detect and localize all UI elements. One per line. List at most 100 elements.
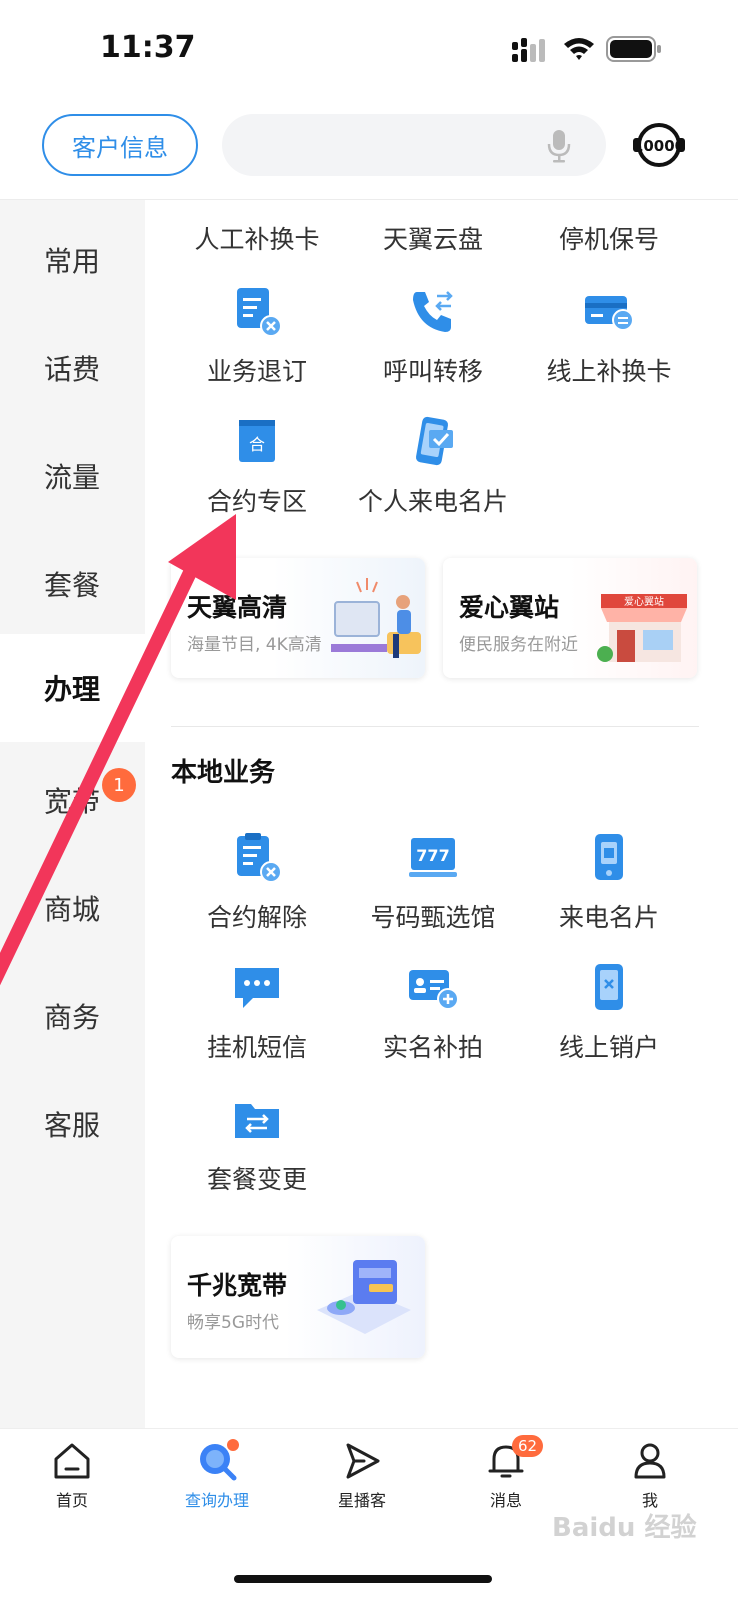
document-cancel-icon <box>237 288 282 337</box>
phone-check-icon <box>415 416 453 466</box>
service-contract-zone[interactable]: 合 合约专区 <box>169 416 345 518</box>
service-online-sim-replace[interactable]: 线上补换卡 <box>521 286 697 388</box>
nav-query-handle[interactable]: 查询办理 <box>157 1439 277 1511</box>
promo-title: 千兆宽带 <box>187 1271 288 1300</box>
promo-subtitle: 畅享5G时代 <box>187 1313 279 1333</box>
tv-viewer-illustration <box>331 578 421 658</box>
folder-swap-icon <box>235 1104 279 1138</box>
section-divider <box>171 726 699 727</box>
service-manual-sim-replace[interactable]: 人工补换卡 <box>169 220 345 256</box>
service-realname-photo[interactable]: 实名补拍 <box>345 962 521 1064</box>
service-label: 来电名片 <box>558 903 659 932</box>
sidebar-badge: 1 <box>102 768 136 802</box>
sidebar-item-label: 话费 <box>44 353 101 386</box>
service-cloud-drive[interactable]: 天翼云盘 <box>345 220 521 256</box>
storefront-illustration: 爱心翼站 <box>597 594 687 662</box>
cellular-signal-icon <box>512 38 545 62</box>
promo-title: 天翼高清 <box>187 593 288 622</box>
service-number-selection[interactable]: 777 号码甄选馆 <box>345 832 521 934</box>
10000-hotline-icon[interactable]: 10000 <box>632 118 686 172</box>
status-time: 11:37 <box>100 30 196 65</box>
call-forward-icon <box>413 291 453 332</box>
service-package-change[interactable]: 套餐变更 <box>169 1094 345 1196</box>
service-content: 人工补换卡 天翼云盘 停机保号 业务退订 呼叫转移 线上补换卡 合 合约专区 个… <box>145 200 738 1428</box>
bottom-navigation: 首页 查询办理 星播客 62 消息 我 Baidu 经验 <box>0 1428 738 1600</box>
service-suspend-keep-number[interactable]: 停机保号 <box>521 220 697 256</box>
service-label: 呼叫转移 <box>382 357 483 386</box>
search-input[interactable] <box>222 114 606 176</box>
id-card-add-icon <box>409 970 459 1010</box>
svg-text:777: 777 <box>416 846 449 865</box>
service-label: 人工补换卡 <box>194 225 320 254</box>
contract-book-icon: 合 <box>239 420 275 462</box>
home-icon <box>54 1443 90 1479</box>
nav-message-badge: 62 <box>512 1435 544 1457</box>
wifi-icon <box>564 38 594 60</box>
nav-star-podcast[interactable]: 星播客 <box>302 1439 422 1511</box>
sidebar-item-common[interactable]: 常用 <box>0 206 145 314</box>
battery-icon <box>606 36 661 62</box>
promo-card-tianyi-hd[interactable]: 天翼高清 海量节目, 4K高清 <box>171 558 425 678</box>
service-caller-card[interactable]: 来电名片 <box>521 832 697 934</box>
category-sidebar: 常用 话费 流量 套餐 办理 宽带 1 商城 商务 客服 <box>0 200 145 1428</box>
promo-subtitle: 海量节目, 4K高清 <box>187 635 322 655</box>
sidebar-item-label: 商务 <box>44 1001 101 1034</box>
profile-icon <box>634 1443 666 1479</box>
sidebar-item-broadband[interactable]: 宽带 1 <box>0 746 145 854</box>
sidebar-item-label: 商城 <box>44 893 101 926</box>
promo-card-love-station[interactable]: 爱心翼站 便民服务在附近 爱心翼站 <box>443 558 697 678</box>
service-label: 挂机短信 <box>206 1033 307 1062</box>
service-unsubscribe[interactable]: 业务退订 <box>169 286 345 388</box>
service-label: 线上销户 <box>558 1033 659 1062</box>
status-bar: 11:37 <box>0 0 738 96</box>
nav-home[interactable]: 首页 <box>12 1439 132 1511</box>
svg-text:10000: 10000 <box>633 137 685 155</box>
sidebar-item-service[interactable]: 客服 <box>0 1070 145 1178</box>
customer-info-button[interactable]: 客户信息 <box>42 114 198 176</box>
service-label: 天翼云盘 <box>382 225 483 254</box>
sidebar-item-label: 流量 <box>44 461 101 494</box>
promo-subtitle: 便民服务在附近 <box>459 635 578 655</box>
phone-cancel-icon <box>595 964 623 1010</box>
store-sign: 爱心翼站 <box>624 595 664 608</box>
promo-card-gigabit-broadband[interactable]: 千兆宽带 畅享5G时代 <box>171 1236 425 1358</box>
service-label: 实名补拍 <box>382 1033 483 1062</box>
nav-label: 首页 <box>55 1491 88 1510</box>
service-label: 停机保号 <box>558 225 659 254</box>
section-title-local: 本地业务 <box>171 758 276 788</box>
sidebar-item-data[interactable]: 流量 <box>0 422 145 530</box>
service-label: 合约专区 <box>206 487 307 516</box>
router-illustration <box>317 1260 411 1334</box>
clipboard-cancel-icon <box>237 833 282 883</box>
nav-me[interactable]: 我 <box>590 1439 710 1511</box>
watermark: Baidu 经验 <box>552 1513 697 1543</box>
service-hangup-sms[interactable]: 挂机短信 <box>169 962 345 1064</box>
sidebar-item-mall[interactable]: 商城 <box>0 854 145 962</box>
sidebar-item-business[interactable]: 商务 <box>0 962 145 1070</box>
service-label: 业务退订 <box>206 357 307 386</box>
nav-notification-dot <box>227 1439 239 1451</box>
service-contract-termination[interactable]: 合约解除 <box>169 832 345 934</box>
service-personal-caller-card[interactable]: 个人来电名片 <box>345 416 521 518</box>
nav-label: 查询办理 <box>184 1491 249 1510</box>
nav-label: 消息 <box>489 1491 522 1510</box>
service-call-forward[interactable]: 呼叫转移 <box>345 286 521 388</box>
service-label: 线上补换卡 <box>546 357 672 386</box>
sim-card-swap-icon <box>585 296 634 331</box>
service-label: 个人来电名片 <box>357 487 508 516</box>
sidebar-item-handle[interactable]: 办理 <box>0 634 145 742</box>
service-online-cancel-account[interactable]: 线上销户 <box>521 962 697 1064</box>
sidebar-item-bill[interactable]: 话费 <box>0 314 145 422</box>
microphone-icon[interactable] <box>546 128 572 164</box>
number-display-icon: 777 <box>409 838 457 877</box>
sidebar-item-label: 常用 <box>44 245 101 278</box>
promo-title: 爱心翼站 <box>459 593 560 622</box>
service-label: 合约解除 <box>206 903 307 932</box>
sidebar-item-label: 客服 <box>44 1109 101 1142</box>
sidebar-item-label: 套餐 <box>44 569 101 602</box>
svg-text:合: 合 <box>249 435 265 454</box>
sidebar-item-package[interactable]: 套餐 <box>0 530 145 638</box>
nav-messages[interactable]: 62 消息 <box>446 1435 566 1511</box>
home-indicator <box>234 1575 492 1583</box>
play-arrow-icon <box>346 1443 380 1479</box>
